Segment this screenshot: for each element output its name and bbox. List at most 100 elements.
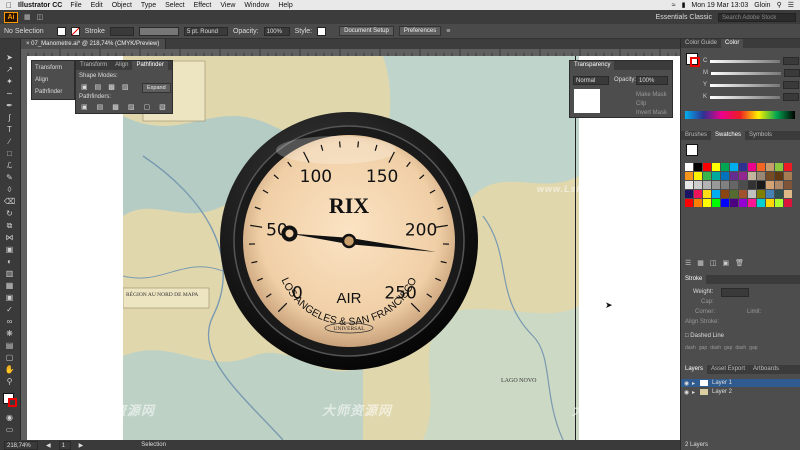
trim-icon[interactable]: ▤ [97,103,104,111]
color-swatch[interactable] [703,181,711,189]
battery-icon[interactable]: ▮ [682,1,686,9]
scale-tool-icon[interactable]: ⧉ [4,221,15,230]
paintbrush-tool-icon[interactable]: ℒ [4,161,15,170]
new-swatch-icon[interactable]: ▣ [723,259,730,267]
color-swatch[interactable] [766,163,774,171]
color-swatch[interactable] [730,190,738,198]
color-swatch[interactable] [766,172,774,180]
current-tool-status[interactable]: Selection [141,442,166,448]
color-swatch[interactable] [694,172,702,180]
tab-pathfinder[interactable]: Pathfinder [132,61,168,70]
pen-tool-icon[interactable]: ✒ [4,101,15,110]
crop-icon[interactable]: ▨ [128,103,135,111]
color-swatch[interactable] [784,181,792,189]
symbol-sprayer-icon[interactable]: ❋ [4,329,15,338]
rotate-tool-icon[interactable]: ↻ [4,209,15,218]
spotlight-icon[interactable]: ⚲ [777,1,782,9]
magic-wand-icon[interactable]: ✦ [4,77,15,86]
disclosure-arrow-icon[interactable]: ▸ [692,380,700,387]
gap-3[interactable]: gap [749,345,757,351]
dock-align[interactable]: Align [35,77,48,83]
perspective-grid-tool-icon[interactable]: ▥ [4,269,15,278]
pressure-gauge[interactable]: 0 50 100 150 200 250 RIX LOS ANGELES & S… [216,110,482,372]
color-swatch[interactable] [712,181,720,189]
drawing-modes-icon[interactable]: ◉ [4,413,15,422]
gap-1[interactable]: gap [699,345,707,351]
color-swatch[interactable] [712,190,720,198]
blend-mode-select[interactable]: Normal [573,76,609,85]
channel-y-field[interactable] [783,81,800,89]
color-swatch[interactable] [685,172,693,180]
color-swatch[interactable] [748,199,756,207]
color-swatch[interactable] [775,190,783,198]
color-swatch[interactable] [757,181,765,189]
channel-c-field[interactable] [783,57,800,65]
preferences-button[interactable]: Preferences [398,26,442,36]
app-menu-name[interactable]: Illustrator CC [18,2,62,9]
tab-align[interactable]: Align [111,61,132,70]
color-swatch[interactable] [730,163,738,171]
type-tool-icon[interactable]: T [4,125,15,134]
color-swatch[interactable] [748,190,756,198]
graphic-style-swatch[interactable] [317,26,327,36]
color-swatch[interactable] [703,190,711,198]
document-tab[interactable]: × 07_Manometre.ai* @ 218,74% (CMYK/Previ… [20,39,167,49]
width-tool-icon[interactable]: ⋈ [4,233,15,242]
channel-k-field[interactable] [783,93,800,101]
color-swatch[interactable] [712,172,720,180]
channel-m-slider[interactable] [711,71,781,75]
stock-search-input[interactable]: Search Adobe Stock [718,12,796,22]
color-swatch[interactable] [739,181,747,189]
color-swatch[interactable] [739,172,747,180]
menu-help[interactable]: Help [278,2,292,9]
color-swatch[interactable] [694,163,702,171]
menu-edit[interactable]: Edit [91,2,103,9]
color-swatch[interactable] [775,172,783,180]
color-swatch[interactable] [775,199,783,207]
rectangle-tool-icon[interactable]: □ [4,149,15,158]
outline-icon[interactable]: ▢ [144,103,151,111]
color-swatch[interactable] [784,172,792,180]
dock-pathfinder[interactable]: Pathfinder [35,89,62,95]
menu-view[interactable]: View [220,2,235,9]
color-swatch[interactable] [757,172,765,180]
selection-tool-icon[interactable]: ➤ [4,53,15,62]
color-swatch[interactable] [784,190,792,198]
tab-transform[interactable]: Transform [76,61,111,70]
color-swatch[interactable] [712,199,720,207]
workspace-switcher[interactable]: Essentials Classic [656,14,712,21]
color-swatch[interactable] [739,163,747,171]
tab-swatches[interactable]: Swatches [711,131,746,140]
menu-file[interactable]: File [70,2,81,9]
opacity-field[interactable]: 100% [263,26,290,36]
brush-definition[interactable]: 5 pt. Round [183,26,228,36]
expand-button[interactable]: Expand [142,83,171,93]
color-swatch[interactable] [721,190,729,198]
swatch-grid[interactable] [685,163,792,207]
bridge-icon[interactable]: ▦ [24,13,31,21]
hand-tool-icon[interactable]: ✋ [4,365,15,374]
color-swatch[interactable] [721,199,729,207]
color-stroke-icon[interactable] [690,57,700,67]
color-swatch[interactable] [721,181,729,189]
make-mask-button[interactable]: Make Mask [636,92,667,98]
color-swatch[interactable] [757,190,765,198]
color-swatch[interactable] [730,172,738,180]
color-swatch[interactable] [694,181,702,189]
color-swatch[interactable] [748,181,756,189]
color-swatch[interactable] [766,199,774,207]
exclude-icon[interactable]: ▨ [122,83,129,91]
dashed-line-checkbox[interactable]: □ Dashed Line [685,333,724,339]
layer-name[interactable]: Layer 2 [712,389,732,395]
dash-3[interactable]: dash [735,345,746,351]
user-name[interactable]: Gloin [754,2,770,9]
menu-window[interactable]: Window [244,2,269,9]
zoom-level-field[interactable]: 218,74% [4,440,38,450]
color-swatch[interactable] [703,199,711,207]
gradient-tool-icon[interactable]: ▣ [4,293,15,302]
color-swatch[interactable] [748,172,756,180]
color-swatch[interactable] [748,163,756,171]
color-swatch[interactable] [703,172,711,180]
tab-color-guide[interactable]: Color Guide [681,39,721,48]
shape-builder-tool-icon[interactable]: ◐ [4,257,15,266]
